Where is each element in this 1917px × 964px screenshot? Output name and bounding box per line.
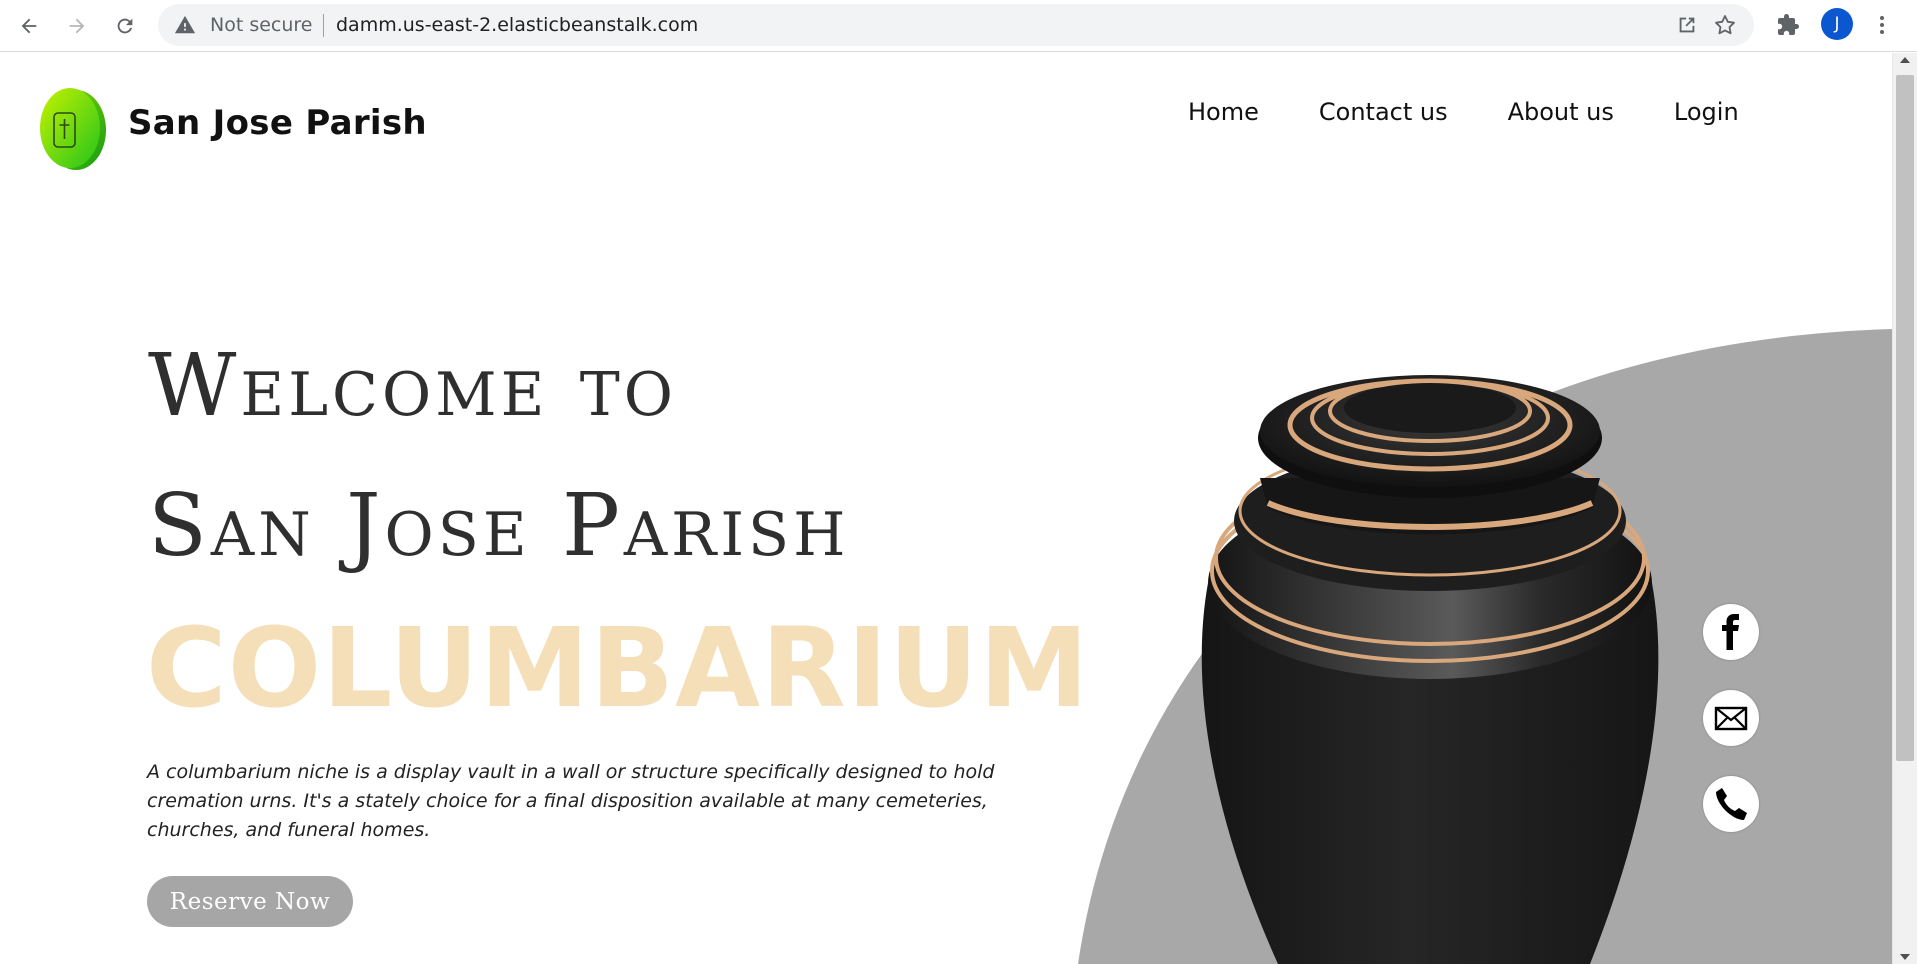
nav-contact-us[interactable]: Contact us: [1319, 98, 1448, 126]
page-viewport: San Jose Parish Home Contact us About us…: [0, 53, 1917, 964]
reload-button[interactable]: [108, 9, 142, 43]
puzzle-icon: [1778, 14, 1799, 35]
nav-home[interactable]: Home: [1188, 98, 1259, 126]
star-icon[interactable]: [1713, 13, 1737, 37]
page-scrollbar[interactable]: [1892, 53, 1917, 964]
reload-icon: [117, 18, 133, 34]
back-button[interactable]: [12, 9, 46, 43]
site-title[interactable]: San Jose Parish: [128, 103, 427, 143]
hero-description: A columbarium niche is a display vault i…: [147, 761, 995, 841]
phone-icon: [1716, 788, 1747, 820]
omnibox-divider: [323, 14, 324, 37]
share-icon[interactable]: [1676, 14, 1698, 36]
forward-icon: [69, 18, 85, 34]
back-icon: [21, 18, 37, 34]
scroll-thumb[interactable]: [1896, 75, 1914, 761]
facebook-link[interactable]: [1703, 604, 1759, 660]
nav-login[interactable]: Login: [1674, 98, 1739, 126]
email-icon: [1714, 706, 1748, 731]
scroll-up-arrow-icon[interactable]: [1900, 57, 1910, 63]
facebook-icon: [1722, 614, 1739, 650]
browser-menu-button[interactable]: [1870, 10, 1894, 40]
hero-welcome-line: Welcome to: [148, 336, 677, 436]
address-bar[interactable]: Not secure damm.us-east-2.elasticbeansta…: [158, 4, 1754, 46]
security-status[interactable]: Not secure: [210, 14, 313, 36]
main-nav: Home Contact us About us Login: [1188, 98, 1739, 126]
urn-cross-icon[interactable]: [36, 86, 108, 170]
hero-parish-line: San Jose Parish: [148, 476, 850, 576]
reserve-now-button[interactable]: Reserve Now: [147, 876, 353, 927]
email-link[interactable]: [1703, 690, 1759, 746]
browser-toolbar: Not secure damm.us-east-2.elasticbeansta…: [0, 0, 1917, 52]
warning-icon: [174, 15, 196, 34]
extensions-button[interactable]: [1773, 10, 1803, 40]
profile-avatar[interactable]: J: [1821, 8, 1853, 40]
scroll-down-arrow-icon[interactable]: [1900, 954, 1910, 960]
forward-button[interactable]: [60, 9, 94, 43]
nav-about-us[interactable]: About us: [1508, 98, 1614, 126]
url-text[interactable]: damm.us-east-2.elasticbeanstalk.com: [336, 14, 698, 36]
kebab-menu-icon: [1880, 16, 1884, 34]
hero-urn-illustration: [1078, 329, 1892, 964]
phone-link[interactable]: [1703, 776, 1759, 832]
hero-columbarium-heading: COLUMBARIUM: [146, 604, 1090, 732]
